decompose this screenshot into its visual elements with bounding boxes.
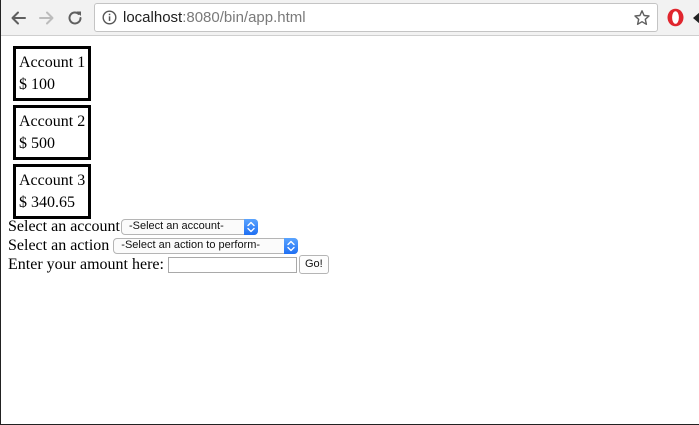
- url-text: localhost:8080/bin/app.html: [123, 10, 306, 26]
- browser-toolbar: localhost:8080/bin/app.html: [1, 0, 699, 36]
- account-list: Account 1 $ 100 Account 2 $ 500 Account …: [13, 46, 699, 219]
- amount-input[interactable]: [167, 256, 297, 273]
- page-content: Account 1 $ 100 Account 2 $ 500 Account …: [1, 37, 699, 424]
- amount-label: Enter your amount here:: [8, 256, 164, 273]
- account-name: Account 1: [19, 54, 86, 71]
- account-balance: $ 340.65: [19, 194, 75, 211]
- select-stepper-icon: [243, 218, 258, 235]
- arrow-right-icon: [39, 11, 54, 25]
- go-button[interactable]: Go!: [298, 255, 329, 274]
- forward-button[interactable]: [36, 7, 58, 29]
- arrow-left-icon: [11, 11, 26, 25]
- address-bar[interactable]: localhost:8080/bin/app.html: [94, 3, 658, 32]
- url-path: :8080/bin/app.html: [182, 9, 306, 26]
- action-select[interactable]: -Select an action to perform-: [113, 237, 299, 254]
- account-select[interactable]: -Select an account-: [120, 218, 258, 235]
- back-button[interactable]: [7, 7, 29, 29]
- action-select-row: Select an action -Select an action to pe…: [8, 236, 699, 255]
- action-select-value: -Select an action to perform-: [121, 239, 261, 251]
- account-select-row: Select an account -Select an account-: [8, 217, 699, 236]
- bookmark-star-icon[interactable]: [633, 9, 651, 27]
- browser-window: localhost:8080/bin/app.html Account 1 $ …: [0, 0, 699, 425]
- account-balance: $ 100: [19, 76, 55, 93]
- account-balance: $ 500: [19, 135, 55, 152]
- account-card: Account 3 $ 340.65: [13, 164, 92, 219]
- extension-icon[interactable]: [691, 11, 699, 25]
- amount-row: Enter your amount here: Go!: [8, 255, 699, 274]
- opera-icon[interactable]: [666, 8, 685, 27]
- account-select-label: Select an account: [8, 218, 120, 235]
- info-icon[interactable]: [102, 10, 117, 25]
- account-card: Account 1 $ 100: [13, 46, 92, 101]
- account-card: Account 2 $ 500: [13, 105, 92, 160]
- select-stepper-icon: [284, 237, 299, 254]
- account-name: Account 2: [19, 113, 86, 130]
- reload-icon: [68, 11, 82, 25]
- reload-button[interactable]: [64, 7, 86, 29]
- account-name: Account 3: [19, 172, 86, 189]
- url-host: localhost: [123, 9, 183, 26]
- action-select-label: Select an action: [8, 237, 110, 254]
- account-select-value: -Select an account-: [128, 220, 224, 232]
